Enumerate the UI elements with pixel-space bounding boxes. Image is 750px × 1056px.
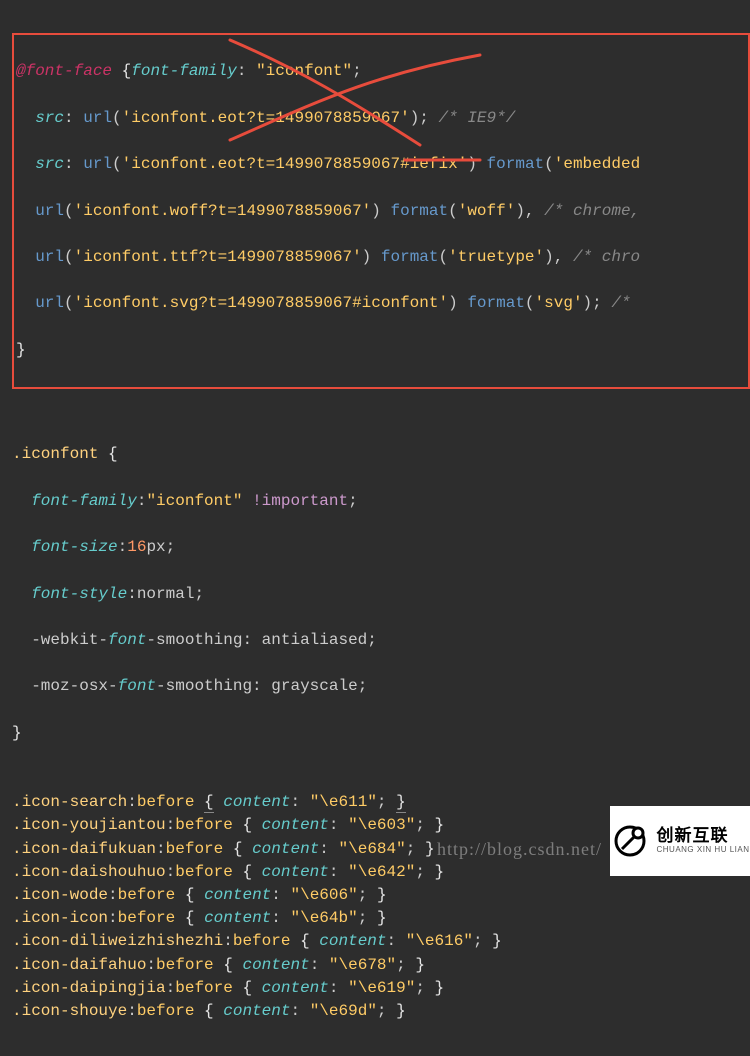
icon-rule: .icon-daifahuo:before { content: "\e678"… xyxy=(12,954,750,977)
brand-name-cn: 创新互联 xyxy=(656,827,749,846)
icon-rule: .icon-shouye:before { content: "\e69d"; … xyxy=(12,1000,750,1023)
icon-rule: .icon-icon:before { content: "\e64b"; } xyxy=(12,907,750,930)
brand-name-en: CHUANG XIN HU LIAN xyxy=(656,846,749,855)
icon-rule: .icon-wode:before { content: "\e606"; } xyxy=(12,884,750,907)
watermark-url: http://blog.csdn.net/ xyxy=(437,836,602,862)
brand-logo: 创新互联 CHUANG XIN HU LIAN xyxy=(610,806,750,876)
icon-rule: .icon-diliweizhishezhi:before { content:… xyxy=(12,930,750,953)
brand-logo-icon xyxy=(610,821,650,861)
icon-rule: .icon-daipingjia:before { content: "\e61… xyxy=(12,977,750,1000)
code-editor: @font-face {font-family: "iconfont"; src… xyxy=(0,0,750,1056)
font-face-block: @font-face {font-family: "iconfont"; src… xyxy=(12,33,750,389)
